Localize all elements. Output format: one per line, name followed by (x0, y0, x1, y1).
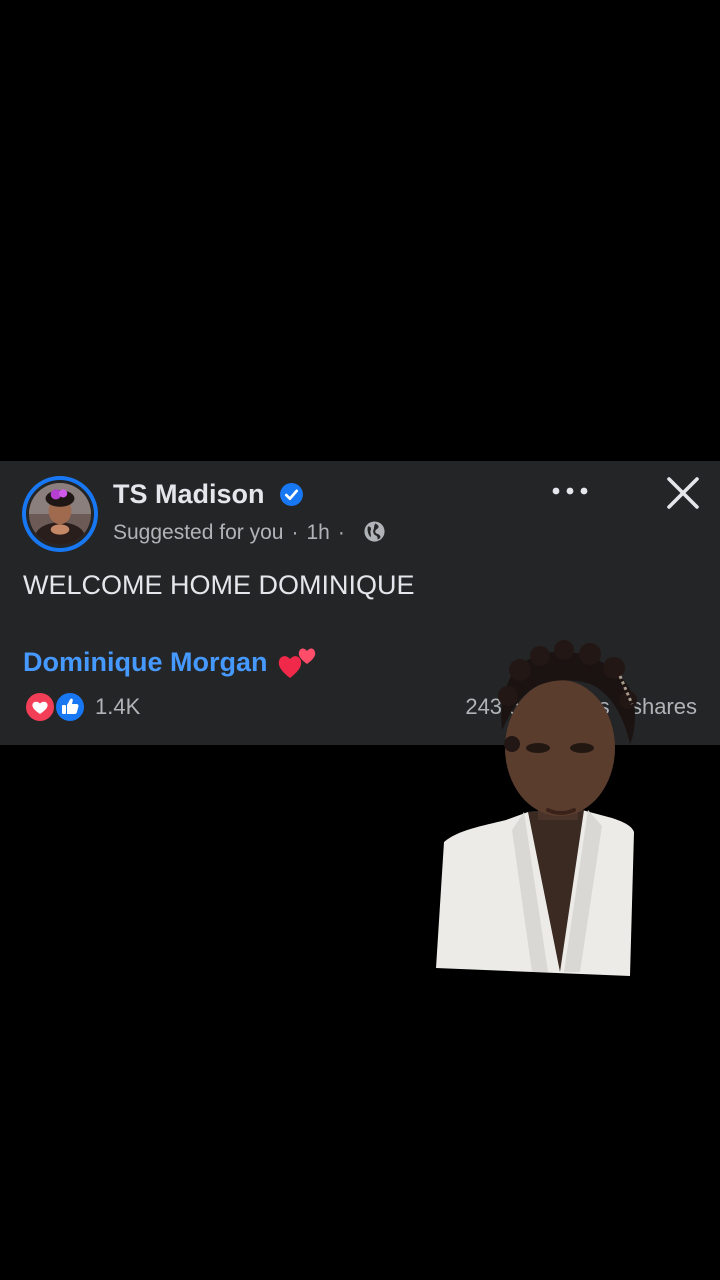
author-avatar-photo (29, 483, 91, 545)
suggested-label: Suggested for you (113, 521, 284, 544)
post-timestamp[interactable]: 1h (306, 521, 329, 544)
like-reaction-icon (54, 691, 86, 723)
video-frame: TS Madison Suggested for you · 1h · WELCOME… (0, 0, 720, 1280)
post-meta: Suggested for you · 1h · (113, 519, 353, 547)
reaction-count: 1.4K (95, 694, 141, 719)
tagged-person-link[interactable]: Dominique Morgan (23, 647, 268, 677)
more-options-icon[interactable] (551, 483, 589, 499)
avatar-frame (26, 480, 94, 548)
verified-badge-icon (280, 483, 303, 506)
reaction-summary[interactable]: 1.4K (24, 690, 154, 724)
love-reaction-icon (24, 691, 56, 723)
share-count[interactable]: shares (631, 694, 697, 719)
globe-icon (364, 521, 385, 542)
meta-separator: · (291, 521, 299, 544)
tagged-person: Dominique Morgan (23, 644, 318, 680)
post-body-text: WELCOME HOME DOMINIQUE (23, 570, 415, 600)
presenter-video-cutout (436, 640, 637, 976)
author-name[interactable]: TS Madison (113, 477, 265, 511)
meta-separator: · (337, 521, 345, 544)
close-icon[interactable] (664, 474, 702, 512)
author-avatar[interactable] (22, 476, 98, 552)
two-hearts-icon (278, 648, 316, 678)
